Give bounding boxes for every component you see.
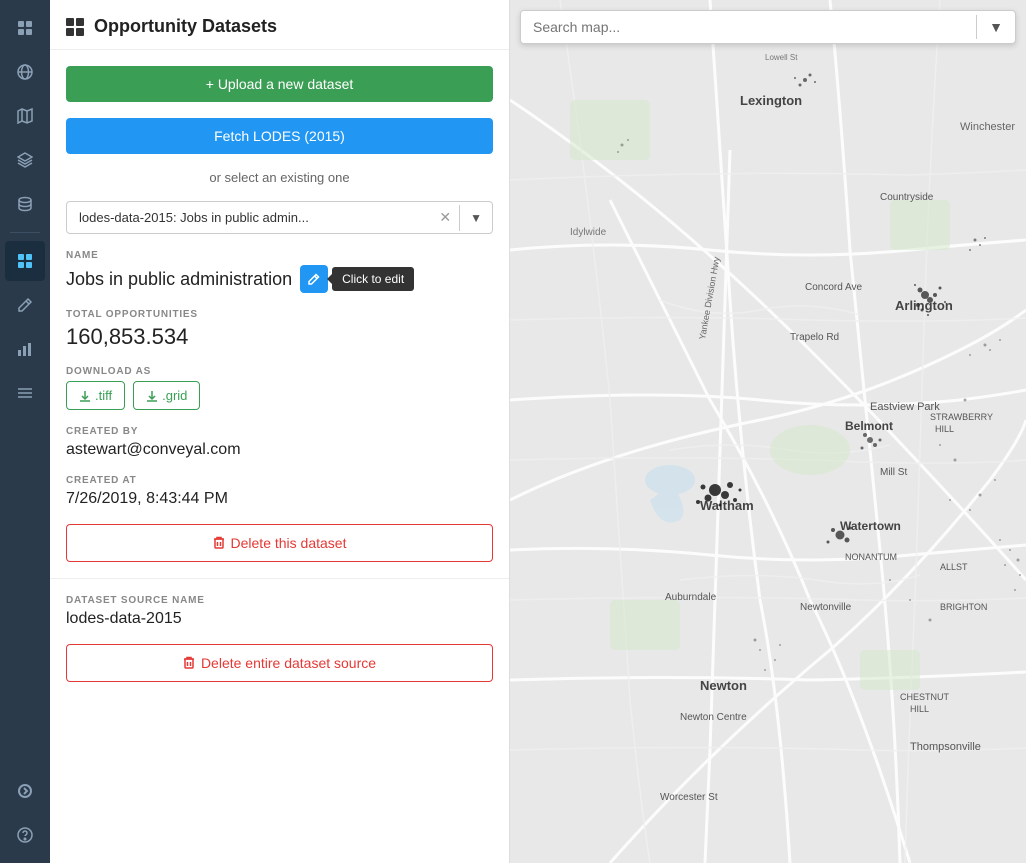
download-section: DOWNLOAD AS .tiff .grid [66,366,493,410]
created-at-value: 7/26/2019, 8:43:44 PM [66,490,493,508]
panel-content: + Upload a new dataset Fetch LODES (2015… [50,50,509,734]
map-search-input[interactable] [521,11,976,43]
svg-text:Trapelo Rd: Trapelo Rd [790,332,839,343]
select-value: lodes-data-2015: Jobs in public admin... [67,202,431,233]
panel-header: Opportunity Datasets [50,0,509,50]
map-icon[interactable] [5,96,45,136]
delete-dataset-source-label: Delete entire dataset source [201,655,376,671]
svg-text:Watertown: Watertown [840,519,901,533]
delete-dataset-button[interactable]: Delete this dataset [66,524,493,562]
edit-tooltip: Click to edit [332,267,414,291]
fetch-lodes-button[interactable]: Fetch LODES (2015) [66,118,493,154]
svg-text:Countryside: Countryside [880,192,934,203]
dataset-source-section: DATASET SOURCE NAME lodes-data-2015 [66,595,493,628]
dataset-select[interactable]: lodes-data-2015: Jobs in public admin...… [66,201,493,234]
svg-text:HILL: HILL [935,424,954,434]
download-tiff-label: .tiff [95,388,112,403]
svg-text:CHESTNUT: CHESTNUT [900,692,950,702]
apps-icon[interactable] [5,241,45,281]
grid-icon[interactable] [5,8,45,48]
upload-dataset-button[interactable]: + Upload a new dataset [66,66,493,102]
download-row: .tiff .grid [66,381,493,410]
svg-text:Worcester St: Worcester St [660,792,718,803]
svg-text:Idylwide: Idylwide [570,227,607,238]
total-opportunities-section: TOTAL OPPORTUNITIES 160,853.534 [66,309,493,350]
delete-dataset-label: Delete this dataset [231,535,347,551]
svg-text:BRIGHTON: BRIGHTON [940,602,987,612]
name-section: NAME Jobs in public administration Click… [66,250,493,293]
svg-text:Concord Ave: Concord Ave [805,282,863,293]
dataset-source-label: DATASET SOURCE NAME [66,595,493,606]
or-text: or select an existing one [66,170,493,185]
svg-text:Belmont: Belmont [845,419,893,433]
panel-divider [50,578,509,579]
divider [10,232,40,233]
created-by-value: astewart@conveyal.com [66,441,493,459]
svg-text:ALLST: ALLST [940,562,968,572]
map-background: ▼ [510,0,1026,863]
map-svg: Lexington Winchester Arlington Eastview … [510,0,1026,863]
svg-text:NONANTUM: NONANTUM [845,552,897,562]
pencil-icon[interactable] [5,285,45,325]
svg-text:Newtonville: Newtonville [800,602,852,613]
svg-text:Mill St: Mill St [880,467,907,478]
side-panel: Opportunity Datasets + Upload a new data… [50,0,510,863]
icon-bar [0,0,50,863]
svg-text:Lowell St: Lowell St [765,53,798,62]
icon-bar-bottom [5,771,45,863]
svg-text:Newton Centre: Newton Centre [680,712,747,723]
download-label: DOWNLOAD AS [66,366,493,377]
chart-bar-icon[interactable] [5,329,45,369]
panel-header-icon [66,18,84,36]
map-search-bar: ▼ [520,10,1016,44]
created-at-label: CREATED AT [66,475,493,486]
svg-text:Thompsonville: Thompsonville [910,741,981,753]
select-dropdown-arrow[interactable]: ▼ [459,205,492,231]
created-by-section: CREATED BY astewart@conveyal.com [66,426,493,459]
name-value: Jobs in public administration [66,269,292,290]
help-icon[interactable] [5,815,45,855]
list-icon[interactable] [5,373,45,413]
panel-title: Opportunity Datasets [94,16,277,37]
delete-dataset-source-button[interactable]: Delete entire dataset source [66,644,493,682]
map-area[interactable]: ▼ [510,0,1026,863]
globe-icon[interactable] [5,52,45,92]
layers-icon[interactable] [5,140,45,180]
created-by-label: CREATED BY [66,426,493,437]
svg-text:Winchester: Winchester [960,121,1015,133]
name-row: Jobs in public administration Click to e… [66,265,493,293]
map-search-dropdown[interactable]: ▼ [977,13,1015,41]
dataset-source-value: lodes-data-2015 [66,610,493,628]
total-opportunities-value: 160,853.534 [66,324,493,350]
svg-text:Lexington: Lexington [740,93,802,108]
svg-text:Arlington: Arlington [895,298,953,313]
download-tiff-button[interactable]: .tiff [66,381,125,410]
name-label: NAME [66,250,493,261]
created-at-section: CREATED AT 7/26/2019, 8:43:44 PM [66,475,493,508]
select-clear-button[interactable]: ✕ [431,203,459,232]
total-opportunities-label: TOTAL OPPORTUNITIES [66,309,493,320]
svg-text:Newton: Newton [700,678,747,693]
svg-text:STRAWBERRY: STRAWBERRY [930,412,993,422]
database-icon[interactable] [5,184,45,224]
download-grid-button[interactable]: .grid [133,381,200,410]
arrow-right-icon[interactable] [5,771,45,811]
svg-text:Auburndale: Auburndale [665,592,717,603]
download-grid-label: .grid [162,388,187,403]
svg-text:HILL: HILL [910,704,929,714]
